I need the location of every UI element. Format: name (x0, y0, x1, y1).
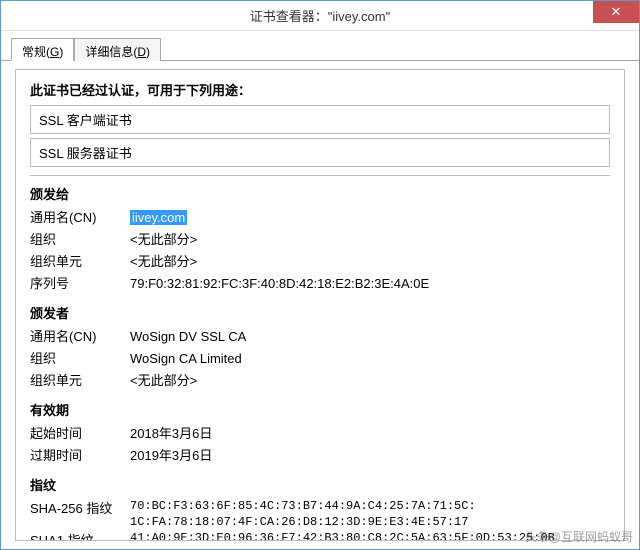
sha256-label: SHA-256 指纹 (30, 498, 130, 530)
sha256-row: SHA-256 指纹 70:BC:F3:63:6F:85:4C:73:B7:44… (30, 498, 610, 530)
start-label: 起始时间 (30, 423, 130, 445)
usage-item: SSL 客户端证书 (30, 105, 610, 134)
close-button[interactable]: ✕ (593, 1, 639, 23)
cn-value: iivey.com (130, 207, 187, 229)
issued-by-ou-row: 组织单元 <无此部分> (30, 370, 610, 392)
serial-value: 79:F0:32:81:92:FC:3F:40:8D:42:18:E2:B2:3… (130, 273, 429, 295)
issued-to-title: 颁发给 (30, 184, 610, 203)
org-label: 组织 (30, 348, 130, 370)
org-value: <无此部分> (130, 229, 197, 251)
sha256-value: 70:BC:F3:63:6F:85:4C:73:B7:44:9A:C4:25:7… (130, 498, 476, 530)
tab-details[interactable]: 详细信息(D) (74, 38, 161, 61)
issued-by-org-row: 组织 WoSign CA Limited (30, 348, 610, 370)
tab-general[interactable]: 常规(G) (11, 38, 74, 61)
ou-label: 组织单元 (30, 370, 130, 392)
usage-item: SSL 服务器证书 (30, 138, 610, 167)
cn-value: WoSign DV SSL CA (130, 326, 246, 348)
validity-start-row: 起始时间 2018年3月6日 (30, 423, 610, 445)
close-icon: ✕ (611, 4, 622, 20)
org-value: WoSign CA Limited (130, 348, 242, 370)
org-label: 组织 (30, 229, 130, 251)
window-title: 证书查看器："iivey.com" (250, 6, 390, 25)
end-label: 过期时间 (30, 445, 130, 467)
titlebar: 证书查看器："iivey.com" ✕ (1, 1, 639, 31)
issued-to-ou-row: 组织单元 <无此部分> (30, 251, 610, 273)
serial-label: 序列号 (30, 273, 130, 295)
validity-end-row: 过期时间 2019年3月6日 (30, 445, 610, 467)
sha1-row: SHA1 指纹 41:A0:9E:3D:E0:96:36:F7:42:B3:80… (30, 530, 610, 541)
ou-value: <无此部分> (130, 251, 197, 273)
fingerprints-title: 指纹 (30, 475, 610, 494)
end-value: 2019年3月6日 (130, 445, 212, 467)
issued-to-cn-row: 通用名(CN) iivey.com (30, 207, 610, 229)
sha1-value: 41:A0:9E:3D:E0:96:36:F7:42:B3:80:C8:2C:5… (130, 530, 555, 541)
certificate-viewer-window: 证书查看器："iivey.com" ✕ 常规(G) 详细信息(D) 此证书已经过… (0, 0, 640, 550)
validity-title: 有效期 (30, 400, 610, 419)
start-value: 2018年3月6日 (130, 423, 212, 445)
usage-heading: 此证书已经过认证，可用于下列用途： (30, 80, 610, 99)
watermark: 头条@互联网蚂蚁哥 (525, 528, 633, 545)
serial-row: 序列号 79:F0:32:81:92:FC:3F:40:8D:42:18:E2:… (30, 273, 610, 295)
cn-label: 通用名(CN) (30, 326, 130, 348)
ou-label: 组织单元 (30, 251, 130, 273)
issued-by-title: 颁发者 (30, 303, 610, 322)
tab-content: 此证书已经过认证，可用于下列用途： SSL 客户端证书 SSL 服务器证书 颁发… (1, 61, 639, 549)
divider (30, 175, 610, 176)
certificate-panel: 此证书已经过认证，可用于下列用途： SSL 客户端证书 SSL 服务器证书 颁发… (15, 69, 625, 541)
issued-to-org-row: 组织 <无此部分> (30, 229, 610, 251)
cn-label: 通用名(CN) (30, 207, 130, 229)
issued-by-cn-row: 通用名(CN) WoSign DV SSL CA (30, 326, 610, 348)
tab-bar: 常规(G) 详细信息(D) (1, 31, 639, 61)
sha1-label: SHA1 指纹 (30, 530, 130, 541)
ou-value: <无此部分> (130, 370, 197, 392)
